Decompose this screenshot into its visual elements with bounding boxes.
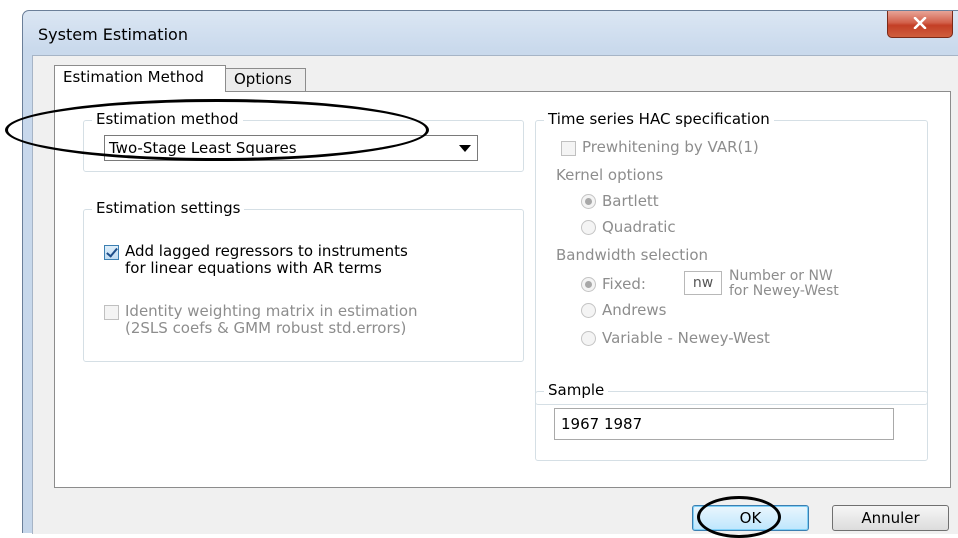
- fixed-hint-line1: Number or NW: [729, 268, 833, 284]
- estimation-method-group: Estimation method Two-Stage Least Square…: [83, 110, 524, 172]
- add-lagged-label: Add lagged regressors to instruments for …: [125, 243, 408, 277]
- estimation-settings-legend: Estimation settings: [92, 199, 245, 217]
- fixed-bandwidth-input[interactable]: nw: [684, 271, 722, 295]
- estimation-method-select[interactable]: Two-Stage Least Squares: [104, 135, 478, 161]
- tab-options[interactable]: Options: [225, 68, 306, 91]
- radio-variable-newey-west[interactable]: Variable - Newey-West: [581, 330, 770, 347]
- fixed-label: Fixed:: [602, 275, 646, 293]
- radio-fixed[interactable]: Fixed:: [581, 276, 646, 293]
- add-lagged-checkbox[interactable]: [104, 245, 119, 260]
- identity-weighting-checkbox-row[interactable]: Identity weighting matrix in estimation(…: [104, 303, 418, 337]
- bartlett-label: Bartlett: [602, 192, 659, 210]
- tab-panel: Estimation method Two-Stage Least Square…: [54, 91, 951, 488]
- close-button[interactable]: [887, 11, 953, 38]
- estimation-settings-group: Estimation settings Add lagged regressor…: [83, 199, 524, 362]
- sample-legend: Sample: [544, 381, 609, 399]
- bandwidth-selection-label: Bandwidth selection: [556, 246, 709, 264]
- fixed-hint-line2: for Newey-West: [729, 283, 839, 299]
- chevron-down-icon: [459, 145, 471, 152]
- hac-specification-group: Time series HAC specification Prewhiteni…: [535, 110, 928, 405]
- tab-estimation-method[interactable]: Estimation Method: [54, 65, 226, 92]
- sample-input[interactable]: 1967 1987: [554, 408, 894, 440]
- kernel-options-label: Kernel options: [556, 166, 664, 184]
- title-bar[interactable]: System Estimation: [23, 11, 958, 55]
- prewhitening-checkbox-row[interactable]: Prewhitening by VAR(1): [561, 139, 759, 156]
- add-lagged-line1: Add lagged regressors to instruments: [125, 242, 408, 260]
- identity-weighting-checkbox[interactable]: [104, 305, 119, 320]
- prewhitening-checkbox[interactable]: [561, 141, 576, 156]
- fixed-radio[interactable]: [581, 277, 596, 292]
- quadratic-label: Quadratic: [602, 218, 676, 236]
- andrews-label: Andrews: [602, 301, 667, 319]
- hac-legend: Time series HAC specification: [544, 110, 774, 128]
- window-title: System Estimation: [38, 25, 188, 44]
- identity-weighting-line1: Identity weighting matrix in estimation: [125, 302, 418, 320]
- radio-andrews[interactable]: Andrews: [581, 302, 666, 319]
- close-icon: [913, 16, 927, 30]
- fixed-hint: Number or NW for Newey-West: [729, 269, 839, 299]
- quadratic-radio[interactable]: [581, 220, 596, 235]
- cancel-button[interactable]: Annuler: [832, 505, 949, 531]
- radio-quadratic[interactable]: Quadratic: [581, 219, 676, 236]
- radio-bartlett[interactable]: Bartlett: [581, 193, 659, 210]
- add-lagged-checkbox-row[interactable]: Add lagged regressors to instruments for …: [104, 243, 408, 277]
- andrews-radio[interactable]: [581, 303, 596, 318]
- dialog-client-area: Estimation Method Options Estimation met…: [32, 55, 958, 534]
- bartlett-radio[interactable]: [581, 194, 596, 209]
- variable-label: Variable - Newey-West: [602, 329, 770, 347]
- dialog-window: System Estimation Estimation Method Opti…: [22, 10, 958, 534]
- sample-group: Sample 1967 1987: [535, 381, 928, 461]
- estimation-method-value: Two-Stage Least Squares: [109, 139, 297, 157]
- add-lagged-line2: for linear equations with AR terms: [125, 259, 382, 277]
- prewhitening-label: Prewhitening by VAR(1): [582, 138, 759, 156]
- variable-radio[interactable]: [581, 331, 596, 346]
- estimation-method-legend: Estimation method: [92, 110, 243, 128]
- ok-button[interactable]: OK: [692, 505, 809, 531]
- identity-weighting-line2: (2SLS coefs & GMM robust std.errors): [125, 319, 407, 337]
- identity-weighting-label: Identity weighting matrix in estimation(…: [125, 303, 418, 337]
